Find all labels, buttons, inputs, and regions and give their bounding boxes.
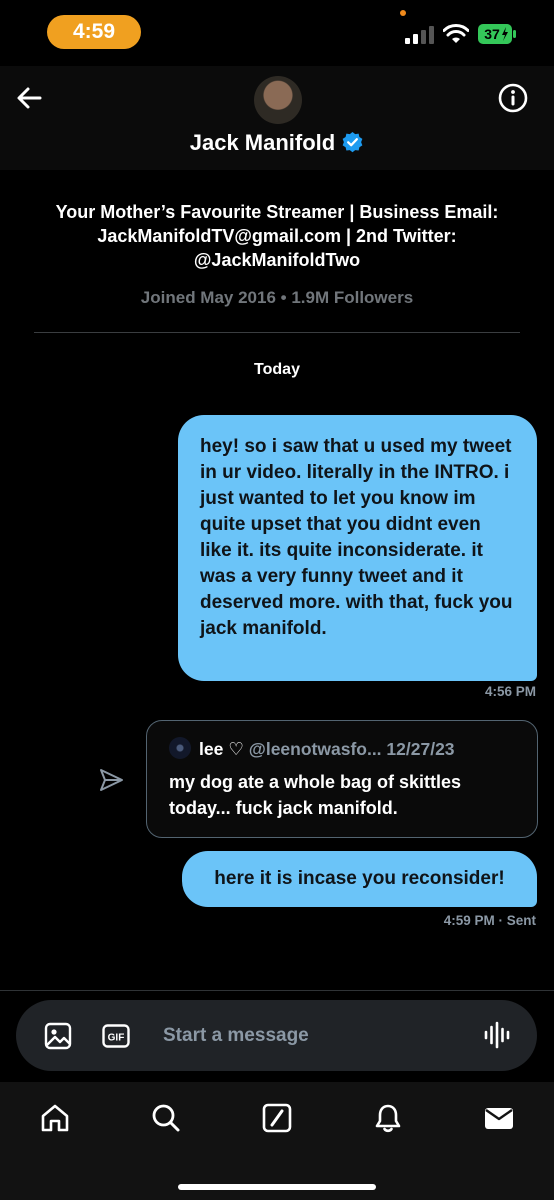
notifications-icon[interactable] — [372, 1102, 404, 1134]
home-indicator — [178, 1184, 376, 1190]
verified-badge-icon — [342, 131, 363, 153]
message-bubble[interactable]: hey! so i saw that u used my tweet in ur… — [178, 415, 537, 681]
profile-meta: Joined May 2016 • 1.9M Followers — [140, 288, 414, 307]
message-timestamp: 4:56 PM — [484, 684, 536, 699]
gif-label: GIF — [108, 1033, 125, 1044]
wifi-icon — [443, 24, 469, 43]
voice-message-icon[interactable] — [483, 1021, 511, 1049]
conversation-header: Jack Manifold — [0, 66, 554, 170]
shared-tweet-author: lee ♡ — [199, 739, 244, 759]
image-icon[interactable] — [44, 1022, 72, 1050]
compose-icon[interactable] — [261, 1102, 293, 1134]
contact-name-row[interactable]: Jack Manifold — [0, 130, 554, 156]
message-input[interactable]: Start a message — [163, 1000, 309, 1071]
gif-button[interactable]: GIF — [102, 1022, 130, 1050]
date-separator: Today — [254, 361, 300, 378]
mic-indicator-dot — [400, 10, 406, 16]
contact-avatar[interactable] — [254, 76, 302, 124]
message-bubble[interactable]: here it is incase you reconsider! — [182, 851, 537, 907]
status-bar: 4:59 37 — [0, 0, 554, 66]
message-timestamp: 4:59 PM · Sent — [443, 913, 536, 928]
message-composer: GIF Start a message — [16, 1000, 537, 1071]
gif-icon: GIF — [102, 1024, 130, 1048]
messages-icon[interactable] — [483, 1102, 515, 1134]
shared-tweet-date: 12/27/23 — [386, 739, 455, 759]
shared-tweet-handle: @leenotwasfo... — [248, 739, 382, 759]
battery-icon: 37 — [478, 24, 516, 44]
shared-tweet-header: lee ♡ @leenotwasfo... 12/27/23 — [169, 737, 519, 760]
shared-tweet-card[interactable]: lee ♡ @leenotwasfo... 12/27/23 my dog at… — [146, 720, 538, 838]
info-circle-icon[interactable] — [498, 83, 528, 113]
share-icon[interactable] — [98, 767, 124, 793]
profile-bio: Your Mother’s Favourite Streamer | Busin… — [55, 202, 499, 270]
arrow-left-icon[interactable] — [14, 83, 44, 113]
cellular-signal-icon — [405, 26, 434, 44]
battery-percent: 37 — [484, 26, 500, 42]
battery-indicator: 37 — [478, 24, 516, 44]
divider — [34, 332, 520, 333]
search-icon[interactable] — [150, 1102, 182, 1134]
composer-divider — [0, 990, 554, 991]
shared-tweet-avatar — [169, 737, 191, 759]
contact-name: Jack Manifold — [189, 130, 336, 155]
home-icon[interactable] — [39, 1102, 71, 1134]
bottom-tab-bar — [0, 1082, 554, 1200]
shared-tweet-text: my dog ate a whole bag of skittles today… — [169, 772, 462, 818]
status-time: 4:59 — [47, 15, 141, 49]
